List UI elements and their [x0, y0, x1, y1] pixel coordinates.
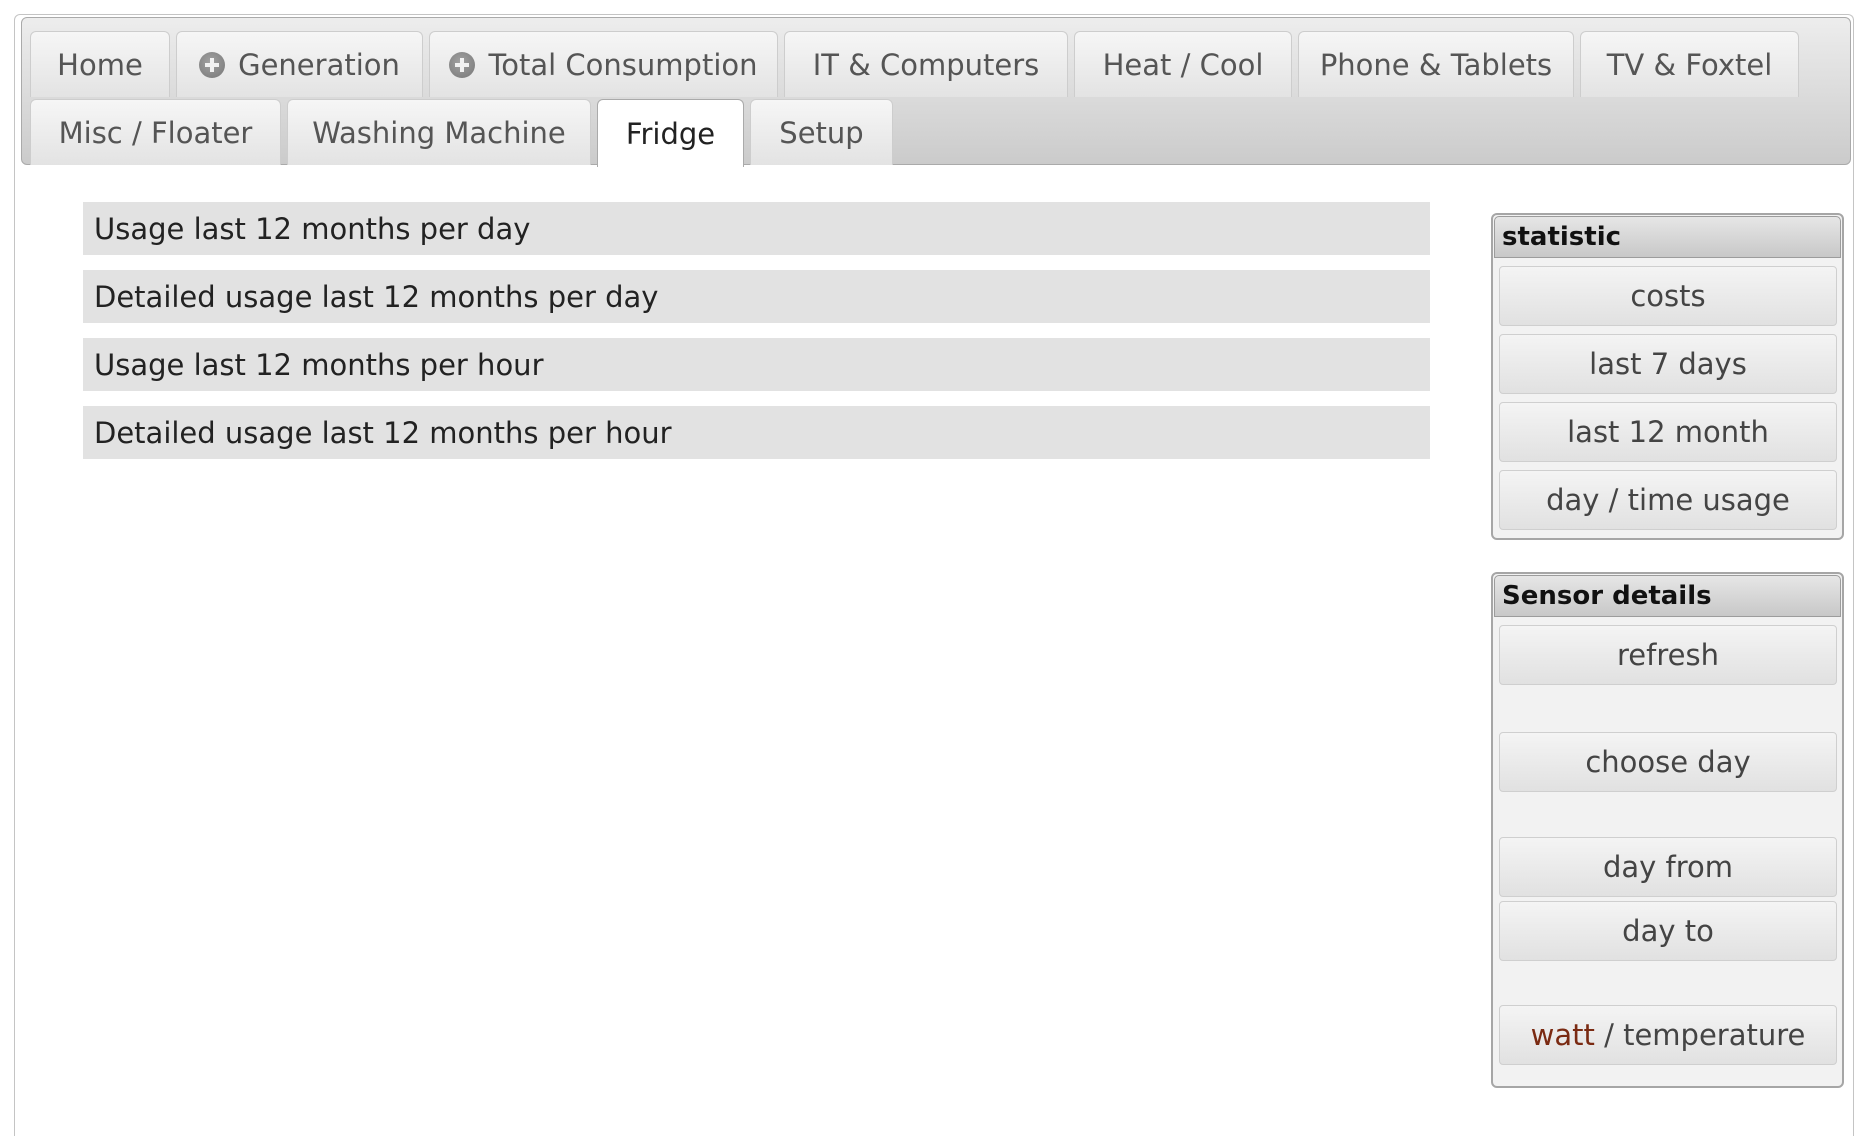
button-label: day from	[1602, 850, 1734, 884]
row-label: Detailed usage last 12 months per day	[94, 279, 659, 314]
tab-label: Setup	[779, 115, 864, 150]
tab-label: Fridge	[625, 116, 716, 151]
tab-phone-tablets[interactable]: Phone & Tablets	[1298, 31, 1574, 97]
tab-label: Washing Machine	[312, 115, 566, 150]
button-label: last 12 month	[1567, 415, 1769, 449]
plus-circle-icon	[449, 51, 476, 78]
button-label: day / time usage	[1546, 483, 1790, 517]
tab-label: Home	[57, 47, 143, 82]
button-label: refresh	[1617, 638, 1719, 672]
tab-fridge[interactable]: Fridge	[597, 99, 744, 167]
tab-misc-floater[interactable]: Misc / Floater	[30, 99, 281, 165]
tab-washing-machine[interactable]: Washing Machine	[287, 99, 591, 165]
tab-label: Generation	[238, 47, 400, 82]
tab-tv-foxtel[interactable]: TV & Foxtel	[1580, 31, 1799, 97]
tab-generation[interactable]: Generation	[176, 31, 423, 97]
temperature-label: temperature	[1623, 1018, 1806, 1052]
sensor-details-panel-title: Sensor details	[1494, 575, 1841, 617]
app-window: Home Generation Total Consumption IT & C…	[14, 14, 1854, 1136]
tab-label: Total Consumption	[488, 47, 758, 82]
tab-label: Misc / Floater	[58, 115, 253, 150]
tab-home[interactable]: Home	[30, 31, 170, 97]
tab-total-consumption[interactable]: Total Consumption	[429, 31, 778, 97]
last-7-days-button[interactable]: last 7 days	[1499, 334, 1837, 394]
day-from-button[interactable]: day from	[1499, 837, 1837, 897]
tab-setup[interactable]: Setup	[750, 99, 893, 165]
plus-circle-icon	[199, 51, 226, 78]
statistic-panel: statistic costs last 7 days last 12 mont…	[1491, 213, 1844, 540]
button-label: day to	[1622, 914, 1714, 948]
tab-label: Phone & Tablets	[1319, 47, 1553, 82]
detailed-usage-per-hour-link[interactable]: Detailed usage last 12 months per hour	[83, 406, 1430, 459]
row-label: Detailed usage last 12 months per hour	[94, 415, 672, 450]
day-time-usage-button[interactable]: day / time usage	[1499, 470, 1837, 530]
row-label: Usage last 12 months per hour	[94, 347, 544, 382]
row-label: Usage last 12 months per day	[94, 211, 531, 246]
day-to-button[interactable]: day to	[1499, 901, 1837, 961]
choose-day-button[interactable]: choose day	[1499, 732, 1837, 792]
statistic-panel-title: statistic	[1494, 216, 1841, 258]
sensor-details-panel: Sensor details refresh choose day day fr…	[1491, 572, 1844, 1088]
tab-label: Heat / Cool	[1102, 47, 1264, 82]
tab-heat-cool[interactable]: Heat / Cool	[1074, 31, 1292, 97]
usage-per-day-link[interactable]: Usage last 12 months per day	[83, 202, 1430, 255]
tab-it-computers[interactable]: IT & Computers	[784, 31, 1068, 97]
last-12-month-button[interactable]: last 12 month	[1499, 402, 1837, 462]
costs-button[interactable]: costs	[1499, 266, 1837, 326]
detailed-usage-per-day-link[interactable]: Detailed usage last 12 months per day	[83, 270, 1430, 323]
tab-label: TV & Foxtel	[1606, 47, 1773, 82]
watt-label: watt	[1530, 1018, 1595, 1052]
separator-label: /	[1594, 1018, 1624, 1052]
refresh-button[interactable]: refresh	[1499, 625, 1837, 685]
button-label: last 7 days	[1589, 347, 1747, 381]
watt-temperature-button[interactable]: watt / temperature	[1499, 1005, 1837, 1065]
button-label: costs	[1630, 279, 1706, 313]
tab-label: IT & Computers	[812, 47, 1040, 82]
button-label: choose day	[1585, 745, 1751, 779]
tab-bar: Home Generation Total Consumption IT & C…	[21, 17, 1851, 167]
usage-per-hour-link[interactable]: Usage last 12 months per hour	[83, 338, 1430, 391]
